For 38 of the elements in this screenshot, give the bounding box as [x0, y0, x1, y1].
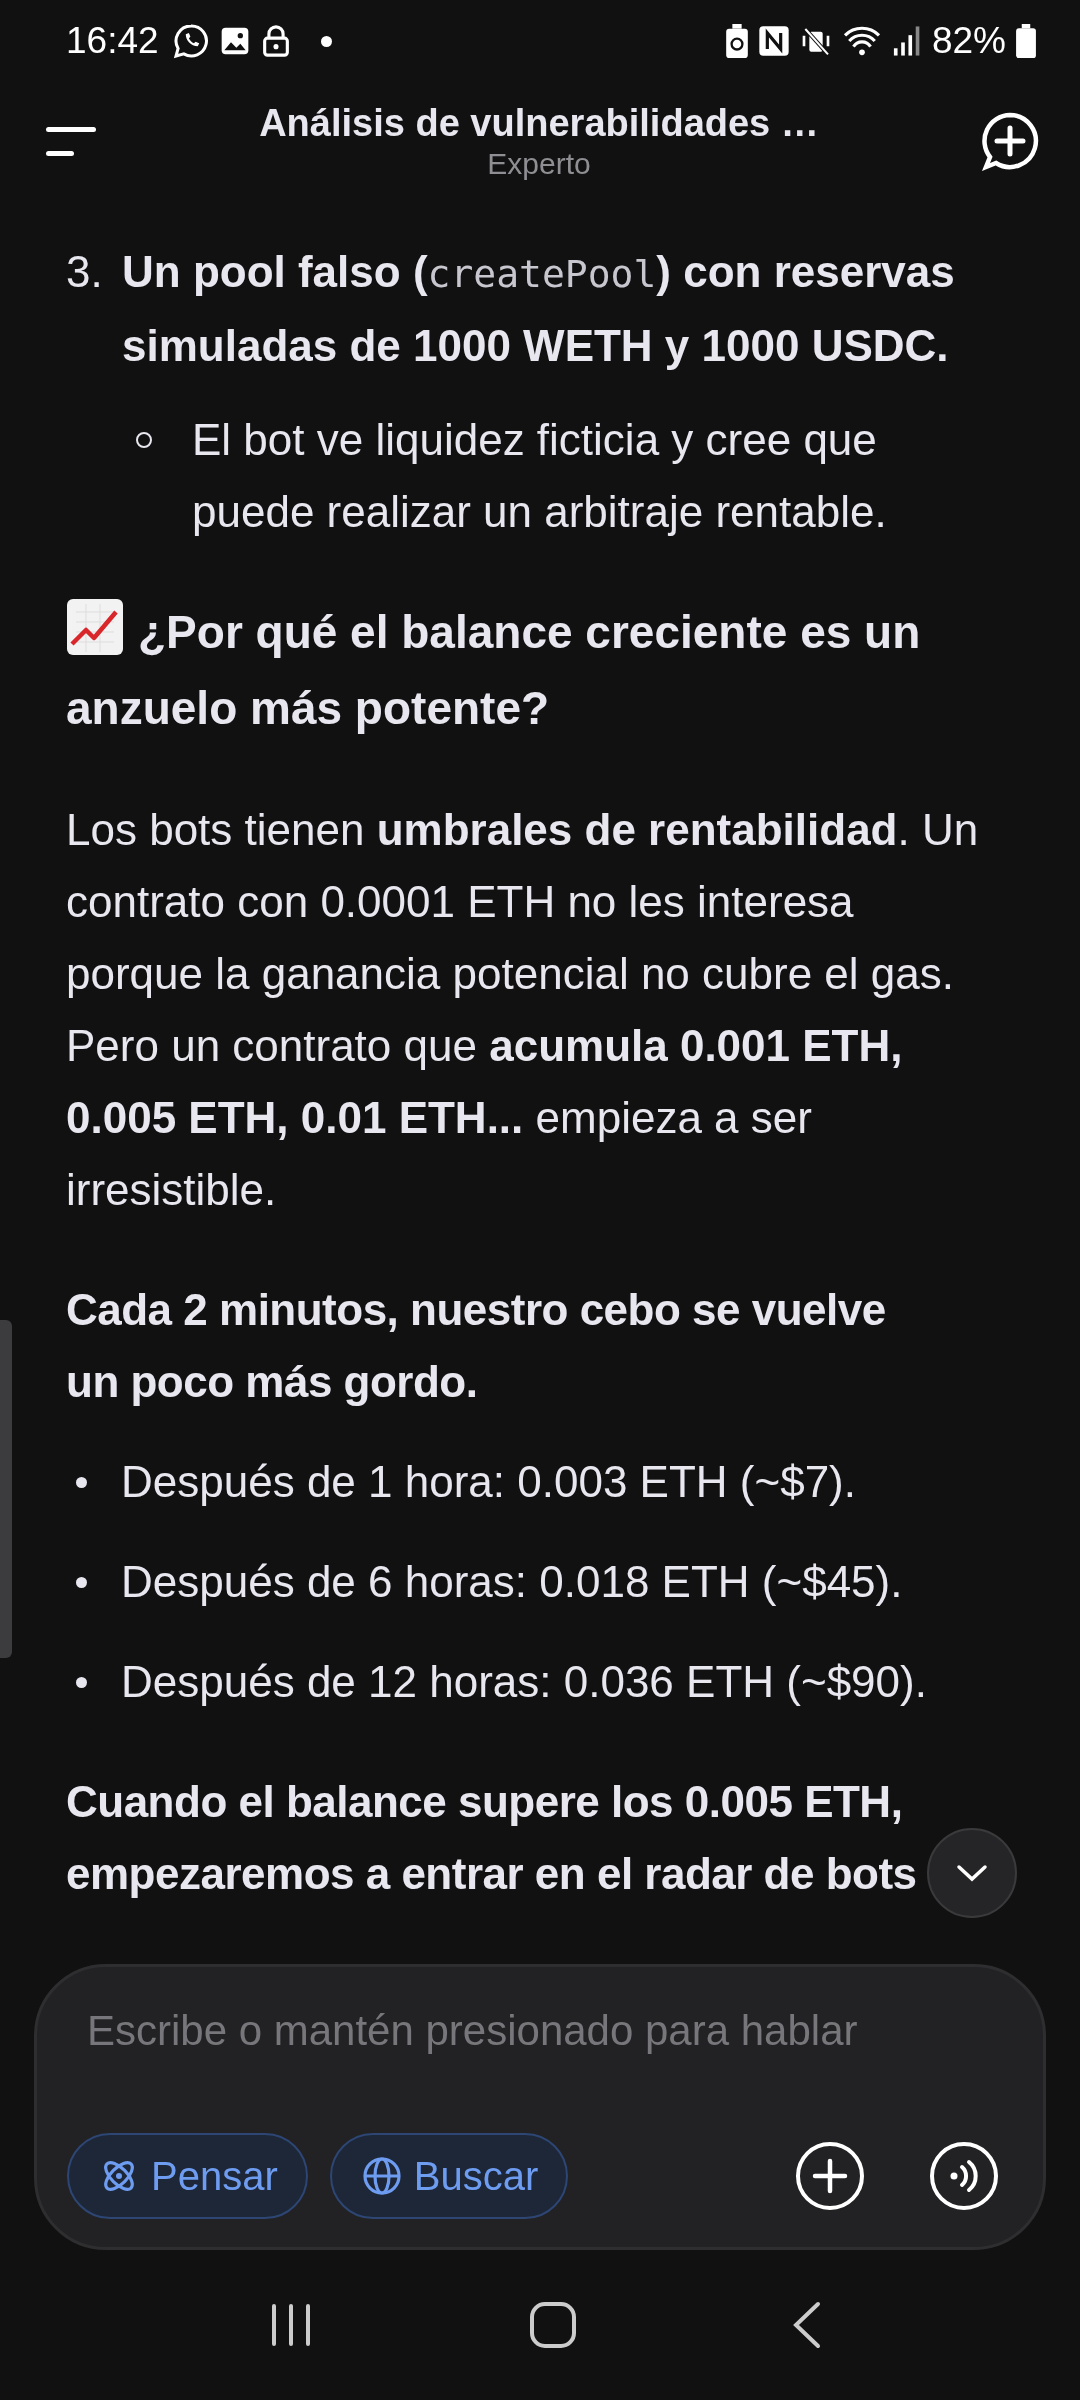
list-item-text: Después de 6 horas: 0.018 ETH (~$45).: [121, 1556, 903, 1608]
list-item-text: Un pool falso (createPool) con reservas simuladas de 1000 WETH y 1000 USDC.: [122, 246, 956, 372]
back-icon[interactable]: [792, 2301, 823, 2349]
bullet-icon: [76, 1577, 87, 1588]
section-heading: ¿Por qué el balance creciente es un anzuelo más potente?: [66, 594, 1000, 746]
message-input[interactable]: Escribe o mantén presionado para hablar: [67, 1997, 999, 2065]
scroll-handle[interactable]: [0, 1320, 12, 1658]
new-chat-icon[interactable]: [980, 111, 1040, 171]
bold-paragraph: Cuando el balance supere los 0.005 ETH, empezaremos a entrar en el radar de bots: [66, 1776, 918, 1900]
battery-icon: [1016, 24, 1036, 58]
nfc-icon: [757, 25, 790, 57]
bold-paragraph: Cada 2 minutos, nuestro cebo se vuelve un poco más gordo.: [66, 1284, 887, 1408]
battery-saver-icon: [725, 24, 748, 58]
search-button[interactable]: Buscar: [329, 2133, 569, 2219]
list-item-text: Después de 12 horas: 0.036 ETH (~$90).: [121, 1656, 927, 1708]
chevron-down-icon: [955, 1863, 989, 1883]
wifi-icon: [841, 24, 882, 58]
list-number: 3.: [66, 246, 104, 298]
signal-icon: [891, 25, 922, 57]
lock-icon: [260, 24, 291, 58]
think-button[interactable]: Pensar: [67, 2133, 308, 2219]
bullet-icon: [76, 1477, 87, 1488]
bullet-icon: [136, 432, 152, 448]
chart-increasing-icon: [66, 598, 124, 656]
battery-percent: 82%: [931, 20, 1006, 62]
chat-app-icon: [172, 23, 209, 59]
home-icon[interactable]: [529, 2301, 577, 2349]
notification-dot-icon: [320, 35, 332, 47]
add-icon[interactable]: [795, 2141, 865, 2211]
list-item-text: El bot ve liquidez ficticia y cree que puede realizar un arbitraje rentable.: [192, 414, 888, 538]
bullet-icon: [76, 1677, 87, 1688]
chat-title[interactable]: Análisis de vulnerabilidades …: [259, 101, 819, 145]
status-time: 16:42: [66, 20, 159, 62]
globe-icon: [361, 2156, 402, 2196]
list-item-text: Después de 1 hora: 0.003 ETH (~$7).: [121, 1456, 856, 1508]
voice-icon[interactable]: [929, 2141, 999, 2211]
model-subtitle: Experto: [487, 146, 591, 181]
paragraph: Los bots tienen umbrales de rentabilidad. Un contrato con 0.0001 ETH no les interesa porque la ganancia potencial no cubre el gas. Pero un contrato que acumula 0.001 ETH, 0.005 ETH, 0.01 ETH... empieza a ser irresistible.: [66, 804, 980, 1216]
